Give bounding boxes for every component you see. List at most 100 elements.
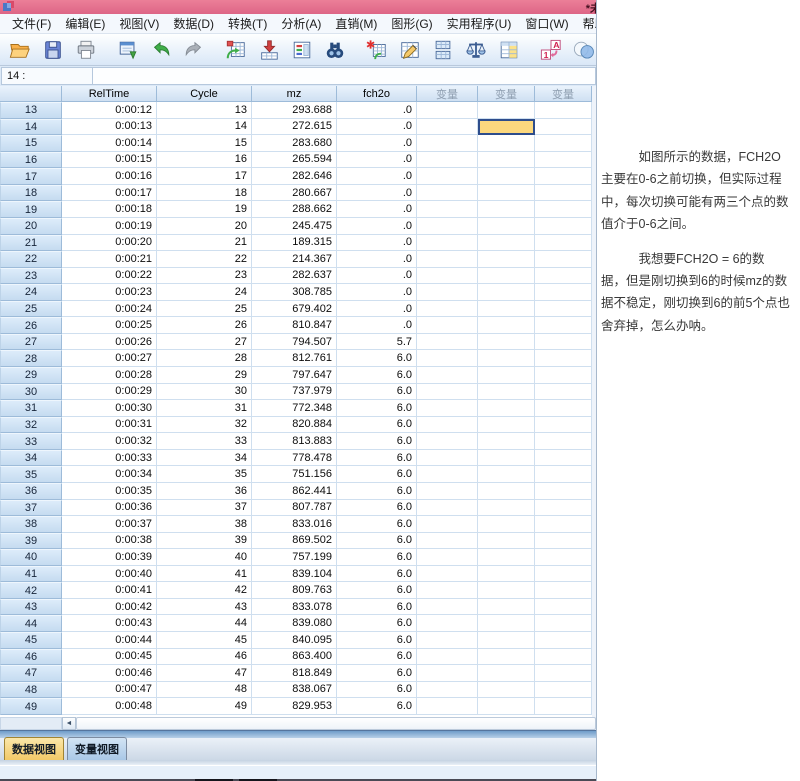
cell-var2[interactable] [478,184,535,202]
cell-mz[interactable]: 840.095 [252,632,337,649]
cell-fch2o[interactable]: 6.0 [337,632,417,649]
row-number[interactable]: 37 [0,499,62,517]
cell-mz[interactable]: 282.646 [252,168,337,185]
cell-fch2o[interactable]: .0 [337,184,417,202]
cell-var3[interactable] [535,317,592,334]
cell-mz[interactable]: 189.315 [252,234,337,252]
cell-cycle[interactable]: 43 [157,598,252,616]
cell-var3[interactable] [535,367,592,384]
cell-reltime[interactable]: 0:00:33 [62,449,157,467]
cell-fch2o[interactable]: .0 [337,317,417,334]
cell-var2[interactable] [478,648,535,666]
cell-cycle[interactable]: 48 [157,681,252,699]
cell-var2[interactable] [478,433,535,450]
menu-window[interactable]: 窗口(W) [518,13,575,34]
row-number[interactable]: 38 [0,516,62,533]
row-number[interactable]: 46 [0,648,62,666]
cell-editor-field[interactable] [93,67,596,85]
cell-var2[interactable] [478,367,535,384]
cell-fch2o[interactable]: 6.0 [337,449,417,467]
cell-fch2o[interactable]: 6.0 [337,565,417,583]
row-number[interactable]: 34 [0,449,62,467]
cell-mz[interactable]: 810.847 [252,317,337,334]
cell-reltime[interactable]: 0:00:42 [62,598,157,616]
cell-reltime[interactable]: 0:00:16 [62,168,157,185]
row-number[interactable]: 41 [0,565,62,583]
cell-var1[interactable] [417,665,478,682]
cell-reltime[interactable]: 0:00:15 [62,151,157,169]
row-number[interactable]: 21 [0,234,62,252]
cell-fch2o[interactable]: 6.0 [337,648,417,666]
cell-reltime[interactable]: 0:00:45 [62,648,157,666]
cell-var1[interactable] [417,433,478,450]
column-header-fch2o[interactable]: fch2o [337,86,417,102]
cell-cycle[interactable]: 16 [157,151,252,169]
row-number[interactable]: 15 [0,135,62,152]
cell-cycle[interactable]: 13 [157,102,252,119]
cell-fch2o[interactable]: .0 [337,151,417,169]
row-number[interactable]: 44 [0,615,62,632]
open-data-icon[interactable] [7,37,32,63]
column-header-reltime[interactable]: RelTime [62,86,157,102]
cell-var1[interactable] [417,135,478,152]
cell-var1[interactable] [417,598,478,616]
menu-file[interactable]: 文件(F) [5,13,58,34]
cell-mz[interactable]: 839.104 [252,565,337,583]
cell-var1[interactable] [417,482,478,500]
row-number[interactable]: 48 [0,681,62,699]
cell-var1[interactable] [417,383,478,401]
cell-var3[interactable] [535,350,592,367]
cell-var1[interactable] [417,516,478,533]
cell-mz[interactable]: 308.785 [252,284,337,301]
cell-reltime[interactable]: 0:00:28 [62,367,157,384]
cell-var3[interactable] [535,648,592,666]
cell-var2[interactable] [478,300,535,318]
cell-var2[interactable] [478,499,535,517]
cell-var3[interactable] [535,565,592,583]
cell-cycle[interactable]: 37 [157,499,252,517]
cell-reltime[interactable]: 0:00:30 [62,400,157,417]
cell-fch2o[interactable]: .0 [337,251,417,268]
cell-var1[interactable] [417,632,478,649]
cell-var2[interactable] [478,135,535,152]
cell-fch2o[interactable]: 5.7 [337,333,417,351]
cell-reltime[interactable]: 0:00:26 [62,333,157,351]
cell-mz[interactable]: 283.680 [252,135,337,152]
value-labels-icon[interactable] [496,37,521,63]
cell-var2[interactable] [478,632,535,649]
cell-reltime[interactable]: 0:00:14 [62,135,157,152]
cell-var3[interactable] [535,184,592,202]
cell-var2[interactable] [478,582,535,599]
row-number[interactable]: 33 [0,433,62,450]
cell-var2[interactable] [478,118,535,136]
cell-var1[interactable] [417,615,478,632]
cell-reltime[interactable]: 0:00:27 [62,350,157,367]
cell-var3[interactable] [535,135,592,152]
cell-var1[interactable] [417,499,478,517]
menu-analyze[interactable]: 分析(A) [274,13,328,34]
cell-reltime[interactable]: 0:00:19 [62,217,157,235]
cell-fch2o[interactable]: .0 [337,267,417,285]
row-number[interactable]: 45 [0,632,62,649]
insert-variable-icon[interactable] [397,37,422,63]
column-header-cycle[interactable]: Cycle [157,86,252,102]
cell-var2[interactable] [478,549,535,566]
cell-fch2o[interactable]: 6.0 [337,598,417,616]
cell-fch2o[interactable]: .0 [337,118,417,136]
cell-var3[interactable] [535,333,592,351]
cell-cycle[interactable]: 34 [157,449,252,467]
cell-var1[interactable] [417,151,478,169]
cell-var3[interactable] [535,383,592,401]
title-bar[interactable]: *未 [0,0,596,14]
cell-fch2o[interactable]: .0 [337,284,417,301]
column-header-var3[interactable]: 变量 [535,86,592,102]
cell-mz[interactable]: 813.883 [252,433,337,450]
cell-var2[interactable] [478,151,535,169]
row-number[interactable]: 42 [0,582,62,599]
cell-var1[interactable] [417,118,478,136]
cell-reltime[interactable]: 0:00:31 [62,416,157,434]
cell-fch2o[interactable]: 6.0 [337,582,417,599]
menu-utilities[interactable]: 实用程序(U) [440,13,519,34]
column-header-mz[interactable]: mz [252,86,337,102]
cell-var3[interactable] [535,632,592,649]
